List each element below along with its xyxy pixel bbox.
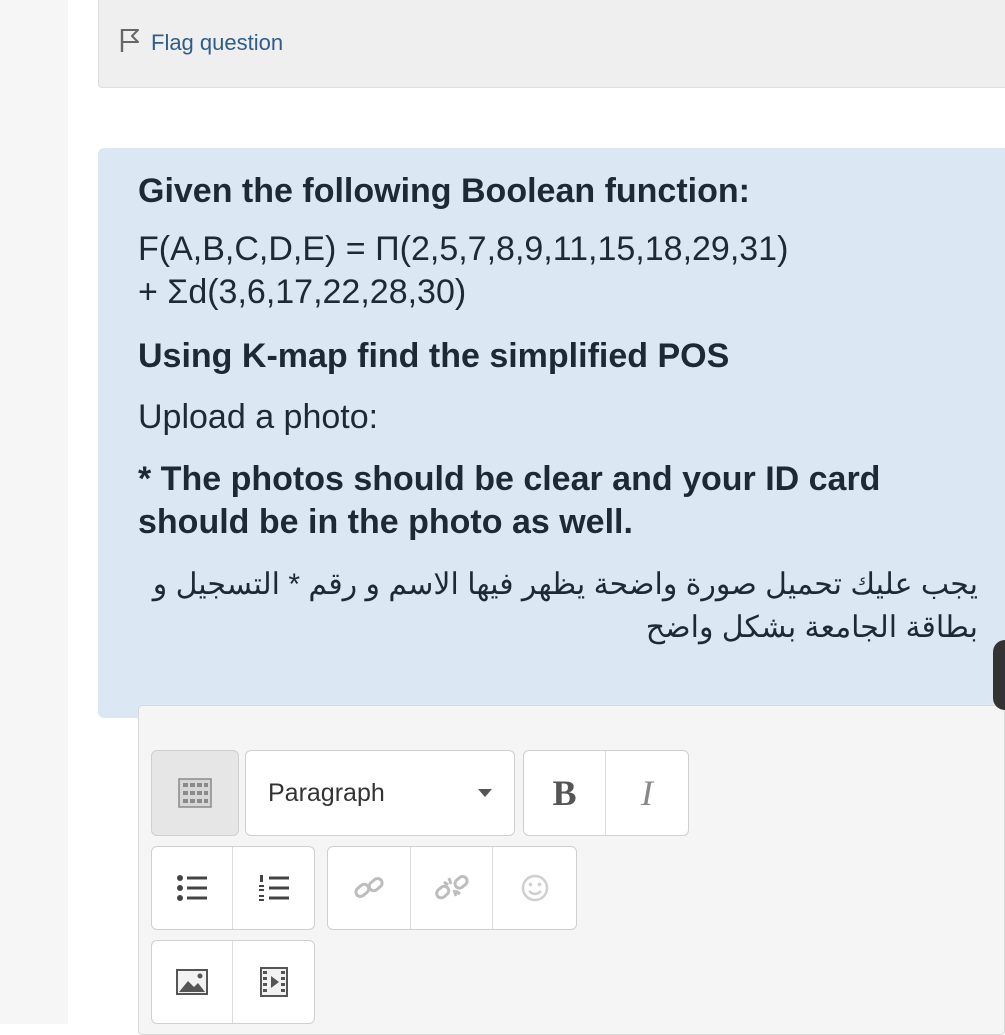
upload-prompt: Upload a photo: xyxy=(138,398,379,437)
media-group xyxy=(151,940,315,1024)
paragraph-group: Paragraph xyxy=(245,750,515,836)
photo-note-arabic: يجب عليك تحميل صورة واضحة يظهر فيها الاس… xyxy=(152,567,978,645)
link-icon xyxy=(349,868,389,908)
link-group xyxy=(327,846,577,930)
photo-note-english: * The photos should be clear and your ID… xyxy=(138,459,881,542)
emoji-icon xyxy=(515,868,555,908)
left-margin xyxy=(0,0,68,1024)
image-icon xyxy=(172,962,212,1002)
formula-line-1: F(A,B,C,D,E) = Π(2,5,7,8,9,11,15,18,29,3… xyxy=(138,229,789,268)
text-style-group: B I xyxy=(523,750,689,836)
paragraph-style-select[interactable]: Paragraph xyxy=(246,751,514,835)
scroll-handle[interactable] xyxy=(993,640,1005,710)
link-button[interactable] xyxy=(328,847,411,929)
emoji-button[interactable] xyxy=(493,847,576,929)
question-text-block: Given the following Boolean function: F(… xyxy=(98,148,1005,718)
toolbar-toggle-icon xyxy=(175,773,215,813)
question-formula: F(A,B,C,D,E) = Π(2,5,7,8,9,11,15,18,29,3… xyxy=(138,228,988,315)
insert-media-button[interactable] xyxy=(233,941,314,1023)
question-text: Given the following Boolean function: F(… xyxy=(138,170,988,650)
bold-button[interactable]: B xyxy=(524,751,606,835)
list-group xyxy=(151,846,315,930)
ordered-list-icon xyxy=(254,868,294,908)
unlink-button[interactable] xyxy=(411,847,494,929)
unordered-list-icon xyxy=(172,868,212,908)
unlink-icon xyxy=(432,868,472,908)
paragraph-style-label: Paragraph xyxy=(268,778,385,807)
question-instruction: Using K-map find the simplified POS xyxy=(138,336,730,375)
insert-image-button[interactable] xyxy=(152,941,233,1023)
unordered-list-button[interactable] xyxy=(152,847,233,929)
toolbar-toggle-button[interactable] xyxy=(152,751,238,835)
quiz-page: Flag question Given the following Boolea… xyxy=(68,0,1005,1035)
italic-button[interactable]: I xyxy=(606,751,688,835)
chevron-down-icon xyxy=(478,789,492,797)
formula-line-2: + Σd(3,6,17,22,28,30) xyxy=(138,273,467,312)
ordered-list-button[interactable] xyxy=(233,847,314,929)
question-info-block: Flag question xyxy=(98,0,1005,88)
question-title: Given the following Boolean function: xyxy=(138,172,750,210)
flag-question-link[interactable]: Flag question xyxy=(119,27,283,59)
toolbar-toggle-group xyxy=(151,750,239,836)
answer-editor: Paragraph B I xyxy=(138,705,1005,1035)
flag-question-label: Flag question xyxy=(151,30,284,55)
media-icon xyxy=(254,962,294,1002)
flag-icon xyxy=(119,27,141,59)
